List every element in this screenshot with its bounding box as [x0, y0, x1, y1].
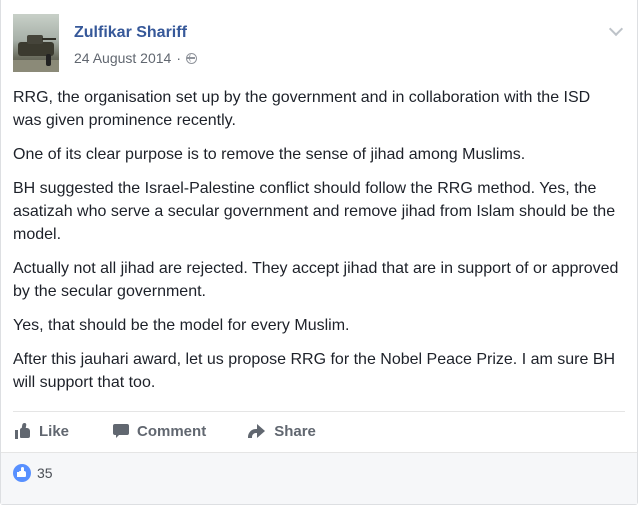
- comment-button[interactable]: Comment: [113, 423, 206, 440]
- like-label: Like: [39, 422, 70, 440]
- post-paragraph: After this jauhari award, let us propose…: [13, 351, 616, 391]
- reactions-summary[interactable]: 35: [13, 464, 53, 482]
- post-paragraph: Actually not all jihad are rejected. The…: [13, 260, 619, 300]
- divider: [13, 411, 625, 412]
- like-reaction-icon: [13, 464, 31, 482]
- post-body: RRG, the organisation set up by the gove…: [13, 86, 619, 405]
- comment-icon: [113, 423, 130, 439]
- action-bar: Like Comment Share: [13, 416, 625, 446]
- post-meta: 24 August 2014 ·: [74, 50, 197, 66]
- post-card: Zulfikar Shariff 24 August 2014 · RRG, t…: [0, 0, 638, 505]
- comment-label: Comment: [137, 422, 207, 440]
- post-paragraph: BH suggested the Israel-Palestine confli…: [13, 180, 616, 243]
- share-arrow-icon: [248, 424, 266, 438]
- share-label: Share: [274, 422, 316, 440]
- author-name[interactable]: Zulfikar Shariff: [74, 24, 187, 42]
- reaction-count[interactable]: 35: [37, 465, 53, 481]
- share-button[interactable]: Share: [248, 423, 316, 440]
- post-date[interactable]: 24 August 2014: [74, 50, 171, 66]
- reactions-bar: [1, 453, 637, 504]
- meta-separator: ·: [176, 50, 181, 66]
- post-paragraph: One of its clear purpose is to remove th…: [13, 146, 526, 163]
- post-paragraph: Yes, that should be the model for every …: [13, 317, 350, 334]
- thumbs-up-icon: [15, 423, 31, 439]
- avatar[interactable]: [13, 14, 59, 72]
- like-button[interactable]: Like: [15, 423, 69, 440]
- chevron-down-icon[interactable]: [608, 21, 624, 37]
- post-paragraph: RRG, the organisation set up by the gove…: [13, 89, 591, 129]
- globe-icon[interactable]: [185, 52, 197, 64]
- post-header: Zulfikar Shariff 24 August 2014 ·: [13, 14, 625, 74]
